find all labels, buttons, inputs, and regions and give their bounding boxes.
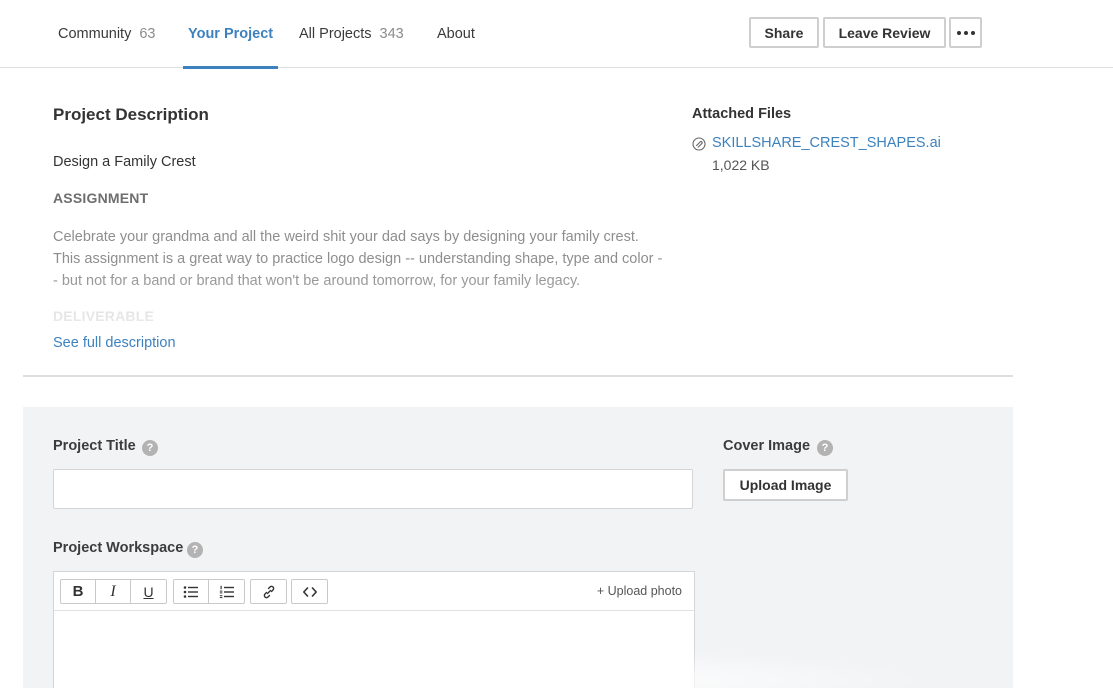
underline-icon: U — [143, 583, 154, 600]
tab-community[interactable]: Community 63 — [58, 0, 155, 68]
tab-about[interactable]: About — [437, 0, 475, 68]
deliverable-label: DELIVERABLE — [53, 308, 154, 324]
bold-icon: B — [72, 583, 84, 600]
numbered-list-icon — [219, 585, 234, 598]
project-description-heading: Project Description — [53, 105, 209, 124]
project-workspace-label: Project Workspace — [53, 540, 184, 556]
upload-image-button[interactable]: Upload Image — [723, 469, 848, 501]
attachment-icon — [692, 137, 706, 151]
assignment-label: ASSIGNMENT — [53, 190, 149, 206]
insert-code-button[interactable] — [292, 580, 327, 603]
see-full-description-link[interactable]: See full description — [53, 335, 176, 351]
editor-toolbar: B I U + Upload photo — [54, 572, 694, 611]
attached-file-size: 1,022 KB — [712, 157, 770, 173]
top-navigation: Community 63 Your Project All Projects 3… — [0, 0, 1113, 69]
numbered-list-button[interactable] — [209, 580, 244, 603]
text-format-group: B I U — [60, 579, 167, 604]
tab-label: About — [437, 26, 475, 42]
leave-review-button[interactable]: Leave Review — [823, 17, 946, 48]
more-options-button[interactable] — [949, 17, 982, 48]
help-icon[interactable]: ? — [142, 440, 158, 456]
more-horizontal-icon — [956, 30, 975, 35]
link-group — [250, 579, 287, 604]
tab-your-project[interactable]: Your Project — [182, 0, 279, 69]
help-icon[interactable]: ? — [187, 542, 203, 558]
tab-all-projects[interactable]: All Projects 343 — [299, 0, 404, 68]
link-icon — [263, 585, 274, 598]
tab-label: All Projects — [299, 26, 372, 42]
list-group — [173, 579, 245, 604]
underline-button[interactable]: U — [131, 580, 166, 603]
bullet-list-button[interactable] — [174, 580, 209, 603]
project-title-label: Project Title — [53, 438, 136, 454]
insert-link-button[interactable] — [251, 580, 286, 603]
attached-file-link[interactable]: SKILLSHARE_CREST_SHAPES.ai — [712, 135, 941, 151]
code-icon — [302, 586, 317, 597]
tab-count: 63 — [139, 26, 156, 42]
project-title-input[interactable] — [53, 469, 693, 509]
tab-label: Community — [58, 26, 132, 42]
tab-count: 343 — [379, 26, 404, 42]
workspace-editor: B I U + Upload photo — [53, 571, 695, 688]
bullet-list-icon — [183, 585, 198, 598]
attached-files-heading: Attached Files — [692, 106, 792, 122]
bold-button[interactable]: B — [61, 580, 96, 603]
tab-label: Your Project — [188, 26, 274, 42]
section-divider — [23, 375, 1013, 377]
upload-photo-link[interactable]: + Upload photo — [597, 584, 682, 598]
code-group — [291, 579, 328, 604]
cover-image-label: Cover Image — [723, 438, 811, 454]
italic-icon: I — [110, 582, 116, 600]
help-icon[interactable]: ? — [817, 440, 833, 456]
italic-button[interactable]: I — [96, 580, 131, 603]
project-name: Design a Family Crest — [53, 154, 196, 170]
assignment-text: Celebrate your grandma and all the weird… — [53, 229, 663, 289]
workspace-text-area[interactable] — [54, 612, 694, 688]
share-button[interactable]: Share — [749, 17, 819, 48]
